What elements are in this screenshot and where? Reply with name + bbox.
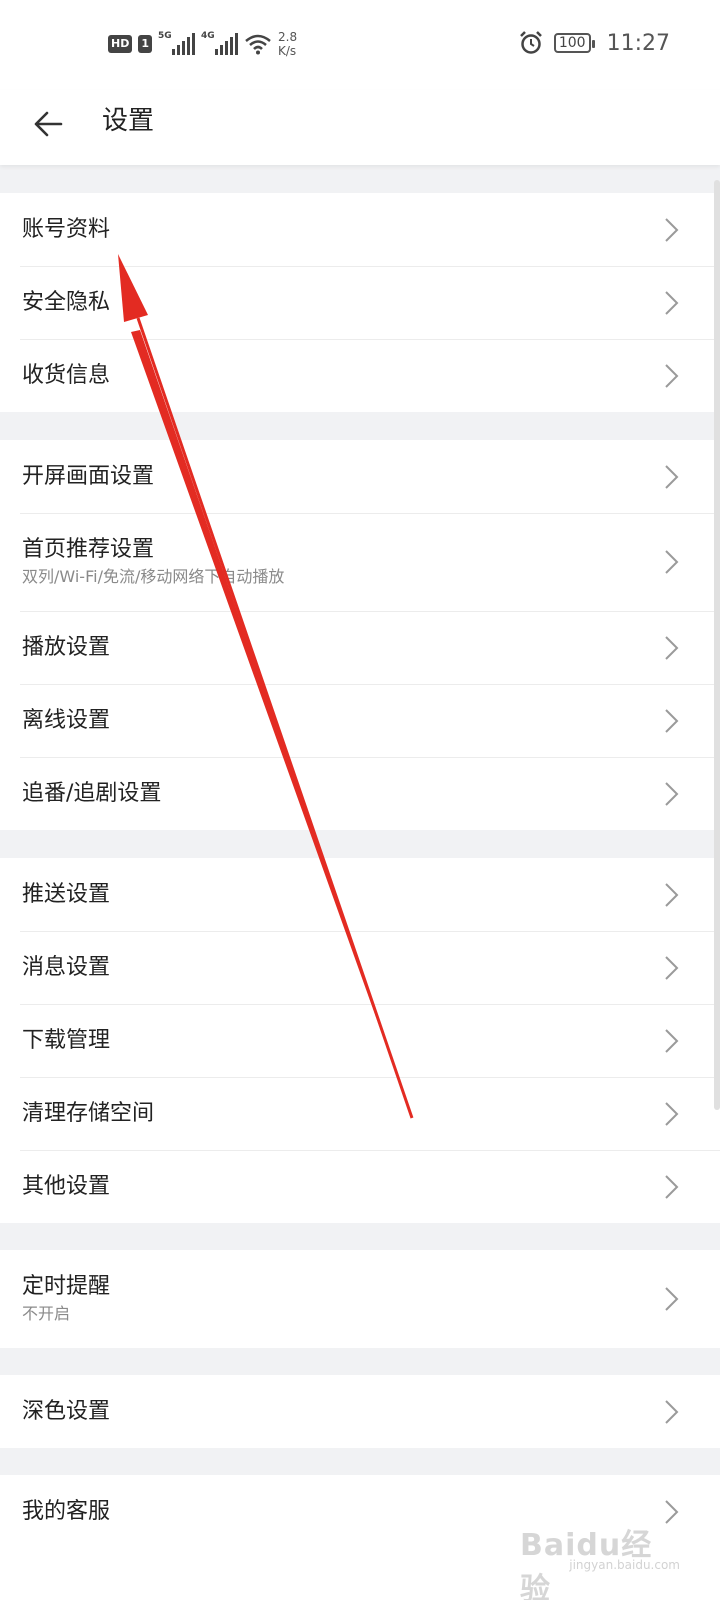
chevron-right-icon [665, 781, 679, 806]
settings-group-theme: 深色设置 [0, 1375, 720, 1448]
settings-item-customer-service[interactable]: 我的客服 [0, 1475, 720, 1548]
settings-item-home-recommend[interactable]: 首页推荐设置 双列/Wi-Fi/免流/移动网络下自动播放 [0, 513, 720, 611]
row-label: 清理存储空间 [22, 1100, 155, 1126]
settings-item-other[interactable]: 其他设置 [0, 1150, 720, 1223]
row-label: 下载管理 [22, 1027, 111, 1053]
chevron-right-icon [665, 1399, 679, 1424]
chevron-right-icon [665, 217, 679, 242]
row-label: 深色设置 [22, 1398, 111, 1424]
battery-indicator: 100 [553, 33, 595, 53]
chevron-right-icon [665, 550, 679, 574]
settings-item-follow-series[interactable]: 追番/追剧设置 [0, 757, 720, 830]
title-bar: 设置 [0, 90, 720, 165]
settings-item-offline[interactable]: 离线设置 [0, 684, 720, 757]
chevron-right-icon [665, 290, 679, 315]
net-speed-value: 2.8 [278, 30, 298, 44]
chevron-right-icon [665, 1499, 679, 1524]
settings-item-account-profile[interactable]: 账号资料 [0, 193, 720, 266]
settings-group-support: 我的客服 [0, 1475, 720, 1600]
chevron-right-icon [665, 363, 679, 388]
settings-group-account: 账号资料 安全隐私 收货信息 [0, 193, 720, 412]
row-label: 收货信息 [22, 362, 111, 388]
row-label: 播放设置 [22, 634, 111, 660]
settings-item-clear-storage[interactable]: 清理存储空间 [0, 1077, 720, 1150]
net-5g-label: 5G [158, 31, 172, 41]
alarm-icon [519, 31, 542, 54]
scrollbar-thumb[interactable] [714, 180, 720, 1110]
settings-group-display: 开屏画面设置 首页推荐设置 双列/Wi-Fi/免流/移动网络下自动播放 播放设置… [0, 440, 720, 830]
row-label: 追番/追剧设置 [22, 780, 162, 806]
sim-badge: 1 [138, 35, 152, 53]
settings-item-shipping-info[interactable]: 收货信息 [0, 339, 720, 412]
signal-5g-icon: 5G [158, 31, 195, 55]
row-label: 开屏画面设置 [22, 463, 155, 489]
settings-group-system: 推送设置 消息设置 下载管理 清理存储空间 其他设置 [0, 858, 720, 1223]
chevron-right-icon [665, 464, 679, 489]
chevron-right-icon [665, 635, 679, 660]
row-label: 账号资料 [22, 216, 111, 242]
settings-item-messages[interactable]: 消息设置 [0, 931, 720, 1004]
page-title: 设置 [102, 106, 155, 136]
settings-item-splash-screen[interactable]: 开屏画面设置 [0, 440, 720, 513]
status-left: HD 1 5G 4G 2.8 K/s [108, 30, 297, 58]
chevron-right-icon [665, 1028, 679, 1053]
hd-badge: HD [108, 35, 133, 53]
chevron-right-icon [665, 955, 679, 980]
signal-4g-icon: 4G [201, 31, 238, 55]
chevron-right-icon [665, 882, 679, 907]
back-button[interactable] [24, 100, 72, 148]
net-4g-label: 4G [201, 31, 215, 41]
settings-item-playback[interactable]: 播放设置 [0, 611, 720, 684]
chevron-right-icon [665, 1287, 679, 1311]
row-label: 安全隐私 [22, 289, 111, 315]
row-label: 离线设置 [22, 707, 111, 733]
settings-item-security-privacy[interactable]: 安全隐私 [0, 266, 720, 339]
row-subtitle: 双列/Wi-Fi/免流/移动网络下自动播放 [22, 567, 285, 586]
settings-screen: HD 1 5G 4G 2.8 K/s 100 11:27 设置 账号资料 安全隐… [0, 0, 720, 1600]
settings-item-push[interactable]: 推送设置 [0, 858, 720, 931]
settings-item-downloads[interactable]: 下载管理 [0, 1004, 720, 1077]
row-label: 推送设置 [22, 881, 111, 907]
wifi-icon [245, 34, 271, 55]
row-label: 定时提醒 [22, 1274, 111, 1299]
row-label: 我的客服 [22, 1498, 111, 1524]
back-arrow-icon [34, 111, 63, 137]
clock: 11:27 [606, 30, 670, 56]
row-label: 消息设置 [22, 954, 111, 980]
row-label: 首页推荐设置 [22, 537, 155, 562]
status-right: 100 11:27 [518, 30, 670, 56]
row-subtitle: 不开启 [22, 1304, 71, 1323]
chevron-right-icon [665, 1174, 679, 1199]
status-bar: HD 1 5G 4G 2.8 K/s 100 11:27 [0, 0, 720, 90]
chevron-right-icon [665, 708, 679, 733]
row-label: 其他设置 [22, 1173, 111, 1199]
net-speed-unit: K/s [278, 44, 297, 58]
settings-item-timed-reminder[interactable]: 定时提醒 不开启 [0, 1250, 720, 1348]
settings-group-reminder: 定时提醒 不开启 [0, 1250, 720, 1348]
net-speed: 2.8 K/s [278, 30, 297, 58]
settings-item-dark-mode[interactable]: 深色设置 [0, 1375, 720, 1448]
chevron-right-icon [665, 1101, 679, 1126]
